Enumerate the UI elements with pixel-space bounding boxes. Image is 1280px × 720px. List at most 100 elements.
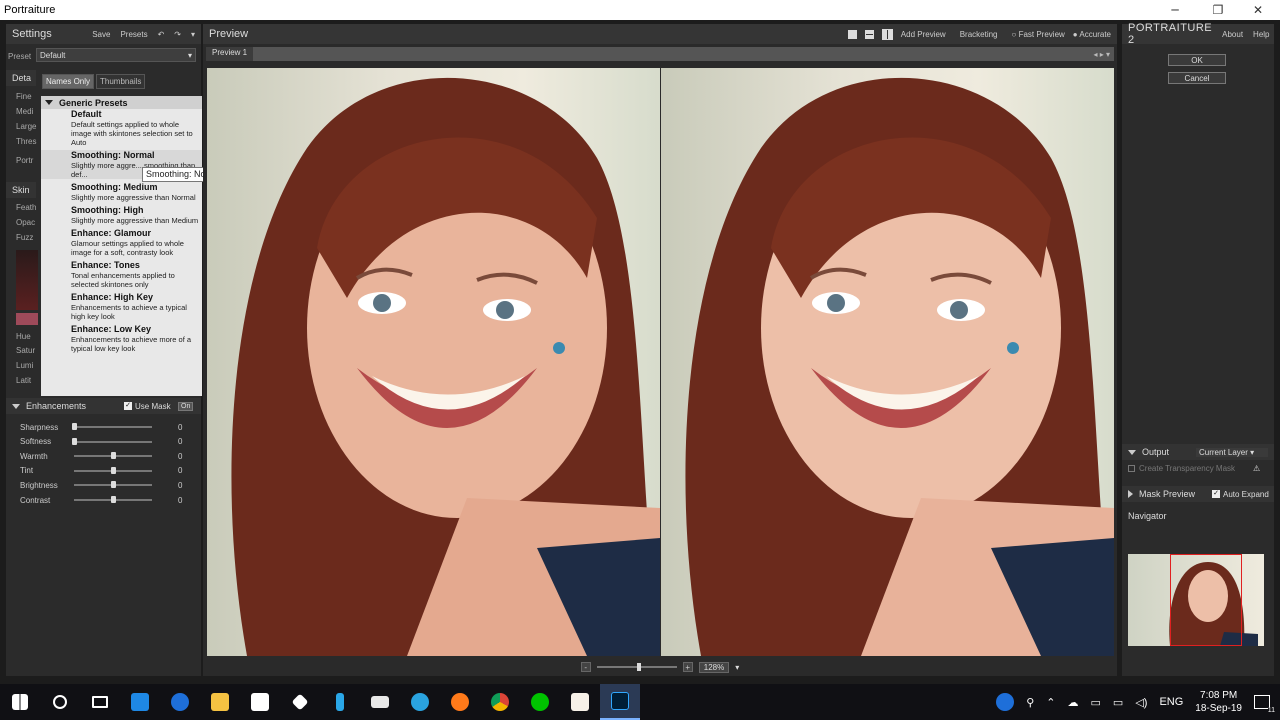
about-button[interactable]: About: [1222, 30, 1243, 39]
latitude-label: Latit: [16, 376, 32, 385]
windows-icon[interactable]: [0, 684, 40, 720]
mask-preview-header[interactable]: Mask Preview ✓ Auto Expand: [1122, 486, 1274, 502]
slider-track[interactable]: [74, 466, 152, 474]
slider-track[interactable]: [72, 423, 152, 430]
bolt-icon[interactable]: [320, 684, 360, 720]
people-icon[interactable]: ⚲: [1026, 696, 1034, 709]
search-icon[interactable]: [40, 684, 80, 720]
zoom-slider[interactable]: [596, 663, 677, 671]
chevron-up-icon[interactable]: ⌃: [1046, 696, 1055, 709]
preset-option[interactable]: Enhance: High Key Enhancements to achieve…: [41, 292, 202, 321]
create-mask-option[interactable]: Create Transparency Mask ⚠: [1128, 464, 1260, 473]
tab-thumbnails[interactable]: Thumbnails: [96, 74, 146, 89]
portrait-photo: [231, 77, 660, 656]
clock-date: 18-Sep-19: [1195, 703, 1242, 714]
slider-track[interactable]: [72, 437, 152, 445]
network-icon[interactable]: ▭: [1113, 696, 1123, 709]
edge-icon[interactable]: [160, 684, 200, 720]
store-icon[interactable]: [240, 684, 280, 720]
close-icon[interactable]: ✕: [1238, 0, 1278, 20]
chrome-icon[interactable]: [480, 684, 520, 720]
photoshop-icon[interactable]: [600, 684, 640, 720]
slider-knob[interactable]: [72, 437, 77, 445]
preset-option[interactable]: Enhance: Glamour Glamour settings applied…: [41, 228, 202, 257]
notification-icon[interactable]: 11: [1254, 695, 1275, 714]
restore-icon[interactable]: ❐: [1198, 0, 1238, 20]
chevron-down-icon[interactable]: ▾: [735, 663, 739, 672]
help-icon[interactable]: [996, 693, 1015, 711]
dropbox-icon[interactable]: [280, 684, 320, 720]
ok-button[interactable]: OK: [1168, 54, 1226, 66]
enhancements-header[interactable]: Enhancements ✓ Use Mask On: [6, 398, 201, 414]
tab-names-only[interactable]: Names Only: [42, 74, 95, 89]
mail-icon[interactable]: [360, 684, 400, 720]
original-image[interactable]: [207, 68, 660, 656]
slider-knob[interactable]: [111, 466, 116, 474]
tab-scroll-icon[interactable]: ◂ ▸ ▾: [1094, 50, 1115, 59]
firefox-icon[interactable]: [440, 684, 480, 720]
app-icon[interactable]: [560, 684, 600, 720]
cloud-icon[interactable]: ☁: [1068, 696, 1079, 709]
output-header[interactable]: Output Current Layer ▾: [1122, 444, 1274, 460]
zoom-in-button[interactable]: +: [682, 662, 693, 672]
battery-icon[interactable]: ▭: [1091, 696, 1101, 709]
navigator-viewport[interactable]: [1170, 554, 1242, 646]
file-explorer-icon[interactable]: [200, 684, 240, 720]
accurate-radio[interactable]: ● Accurate: [1073, 30, 1111, 39]
use-mask-toggle[interactable]: ✓ Use Mask: [124, 402, 171, 411]
opacity-label: Opac: [16, 218, 36, 227]
volume-icon[interactable]: ◁): [1135, 696, 1147, 709]
auto-expand-toggle[interactable]: ✓ Auto Expand: [1212, 490, 1269, 499]
line-icon[interactable]: [520, 684, 560, 720]
preset-option[interactable]: Smoothing: High Slightly more aggressive …: [41, 205, 202, 225]
split-horizontal-icon[interactable]: [864, 29, 874, 39]
tab-preview-1[interactable]: Preview 1: [206, 47, 254, 61]
preset-option[interactable]: Enhance: Tones Tonal enhancements applied…: [41, 260, 202, 289]
navigator-thumbnail[interactable]: [1128, 554, 1264, 646]
skin-color-picker[interactable]: [16, 250, 38, 310]
output-select[interactable]: Current Layer ▾: [1196, 447, 1268, 457]
slider-track[interactable]: [74, 496, 152, 503]
slider-knob[interactable]: [111, 481, 116, 489]
cancel-button[interactable]: Cancel: [1168, 72, 1226, 84]
slider-knob[interactable]: [111, 452, 116, 460]
preset-option[interactable]: Default Default settings applied to whole…: [41, 109, 202, 147]
preset-select[interactable]: Default ▾: [36, 48, 196, 62]
preset-dropdown[interactable]: Generic Presets Default Default settings …: [41, 96, 202, 396]
skin-section-header[interactable]: Skin: [6, 182, 36, 198]
zoom-level[interactable]: 128%: [698, 661, 730, 673]
on-button[interactable]: On: [178, 401, 194, 411]
detail-section-header[interactable]: Deta: [6, 70, 36, 86]
generic-presets-header[interactable]: Generic Presets: [41, 96, 202, 109]
slider-knob[interactable]: [111, 496, 116, 503]
slider-knob[interactable]: [72, 423, 77, 430]
retouched-image[interactable]: [661, 68, 1114, 656]
single-view-icon[interactable]: [847, 29, 857, 39]
save-button[interactable]: Save: [92, 30, 110, 39]
preset-option[interactable]: Enhance: Low Key Enhancements to achieve …: [41, 324, 202, 353]
slider-track[interactable]: [74, 481, 152, 489]
redo-icon[interactable]: ↷: [174, 30, 181, 39]
preset-option-desc: Slightly more aggressive than Normal: [71, 193, 196, 202]
task-view-icon[interactable]: [80, 684, 120, 720]
telegram-icon[interactable]: [400, 684, 440, 720]
zoom-out-button[interactable]: -: [580, 662, 591, 672]
auto-expand-label: Auto Expand: [1223, 489, 1269, 499]
language-indicator[interactable]: ENG: [1159, 696, 1183, 708]
zoom-slider-knob[interactable]: [636, 663, 641, 671]
presets-button[interactable]: Presets: [120, 30, 147, 39]
vscode-icon[interactable]: [120, 684, 160, 720]
preset-option[interactable]: Smoothing: Medium Slightly more aggressiv…: [41, 182, 202, 202]
slider-track[interactable]: [74, 452, 152, 460]
minimize-icon[interactable]: ─: [1155, 0, 1195, 20]
checkbox-icon: ✓: [124, 402, 132, 410]
split-vertical-icon[interactable]: [881, 28, 893, 40]
skin-swatch[interactable]: [16, 313, 38, 325]
help-button[interactable]: Help: [1253, 30, 1269, 39]
undo-icon[interactable]: ↶: [158, 30, 165, 39]
clock[interactable]: 7:08 PM 18-Sep-19: [1195, 689, 1242, 715]
menu-chevron-icon[interactable]: ▾: [191, 30, 195, 39]
bracketing-button[interactable]: Bracketing: [960, 30, 998, 39]
fast-preview-radio[interactable]: ○ Fast Preview: [1012, 30, 1065, 39]
add-preview-button[interactable]: Add Preview: [901, 30, 946, 39]
